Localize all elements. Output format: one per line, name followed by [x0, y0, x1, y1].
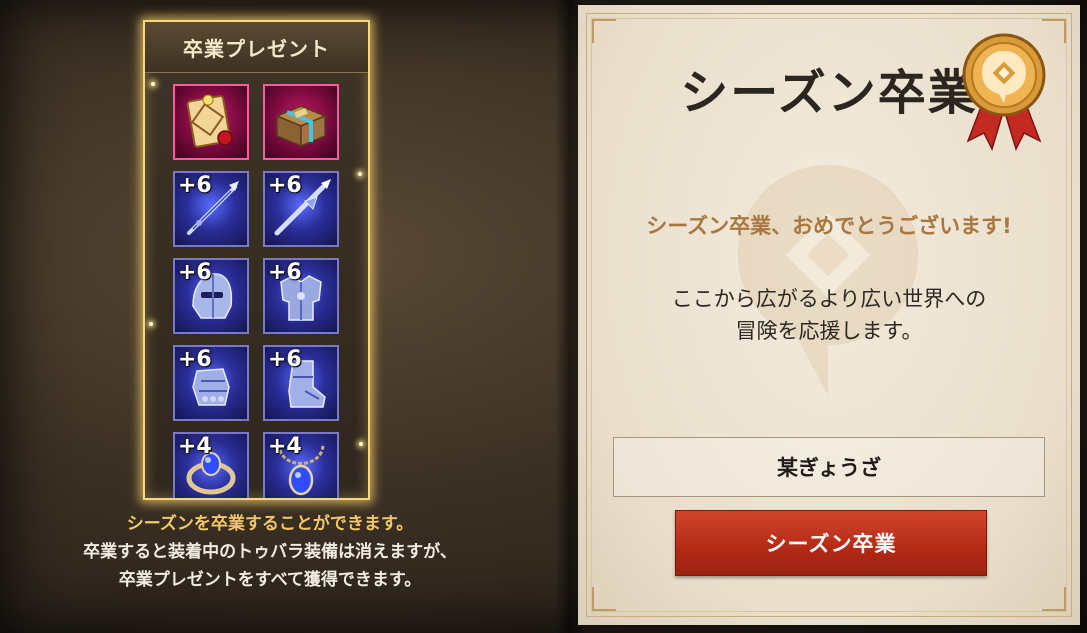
medal-icon	[962, 33, 1046, 152]
player-name-field: 某ぎょうざ	[613, 437, 1045, 497]
message-line-1: ここから広がるより広い世界への	[671, 287, 987, 311]
gift-item-armor[interactable]: +6	[263, 258, 339, 334]
graduation-gift-panel: 卒業プレゼント +6 +6 +6 +6 +6 +6 +4 +4	[143, 20, 370, 500]
emblem-watermark-icon	[738, 165, 918, 395]
enhance-level: +6	[178, 173, 212, 198]
gift-item-ticket[interactable]	[173, 84, 249, 160]
certificate-message: ここから広がるより広い世界への 冒険を応援します。	[578, 283, 1080, 347]
enhance-level: +6	[268, 347, 302, 372]
sparkle-effect	[149, 322, 153, 326]
gift-item-spear[interactable]: +6	[173, 171, 249, 247]
enhance-level: +6	[178, 347, 212, 372]
corner-ornament	[592, 587, 616, 611]
corner-ornament	[1042, 587, 1066, 611]
description-line-1: シーズンを卒業することができます。	[126, 514, 414, 534]
sparkle-effect	[359, 442, 363, 446]
description-line-3: 卒業プレゼントをすべて獲得できます。	[118, 570, 422, 590]
gift-item-helmet[interactable]: +6	[173, 258, 249, 334]
enhance-level: +6	[178, 260, 212, 285]
message-line-2: 冒険を応援します。	[735, 319, 923, 343]
gift-panel-title: 卒業プレゼント	[145, 22, 368, 73]
gift-item-ring[interactable]: +4	[173, 432, 249, 498]
congratulations-text: シーズン卒業、おめでとうございます!	[646, 214, 1012, 238]
graduation-certificate: シーズン卒業 シーズン卒業、おめでとうございます! ここから広がるより広い世界へ…	[578, 5, 1080, 625]
treasure-chest-icon	[275, 105, 327, 148]
ticket-icon	[186, 94, 233, 148]
gift-item-gauntlet[interactable]: +6	[173, 345, 249, 421]
enhance-level: +6	[268, 260, 302, 285]
sparkle-effect	[151, 82, 155, 86]
description-line-2: 卒業すると装着中のトゥバラ装備は消えますが、	[83, 542, 457, 562]
sparkle-effect	[358, 172, 362, 176]
gift-item-necklace[interactable]: +4	[263, 432, 339, 498]
gift-item-lance[interactable]: +6	[263, 171, 339, 247]
enhance-level: +6	[268, 173, 302, 198]
season-graduate-button[interactable]: シーズン卒業	[675, 510, 987, 576]
corner-ornament	[592, 19, 616, 43]
gift-item-chest[interactable]	[263, 84, 339, 160]
enhance-level: +4	[268, 434, 302, 459]
enhance-level: +4	[178, 434, 212, 459]
gift-item-grid: +6 +6 +6 +6 +6 +6 +4 +4	[173, 84, 343, 498]
graduation-description: シーズンを卒業することができます。 卒業すると装着中のトゥバラ装備は消えますが、…	[0, 510, 540, 594]
gift-item-boots[interactable]: +6	[263, 345, 339, 421]
